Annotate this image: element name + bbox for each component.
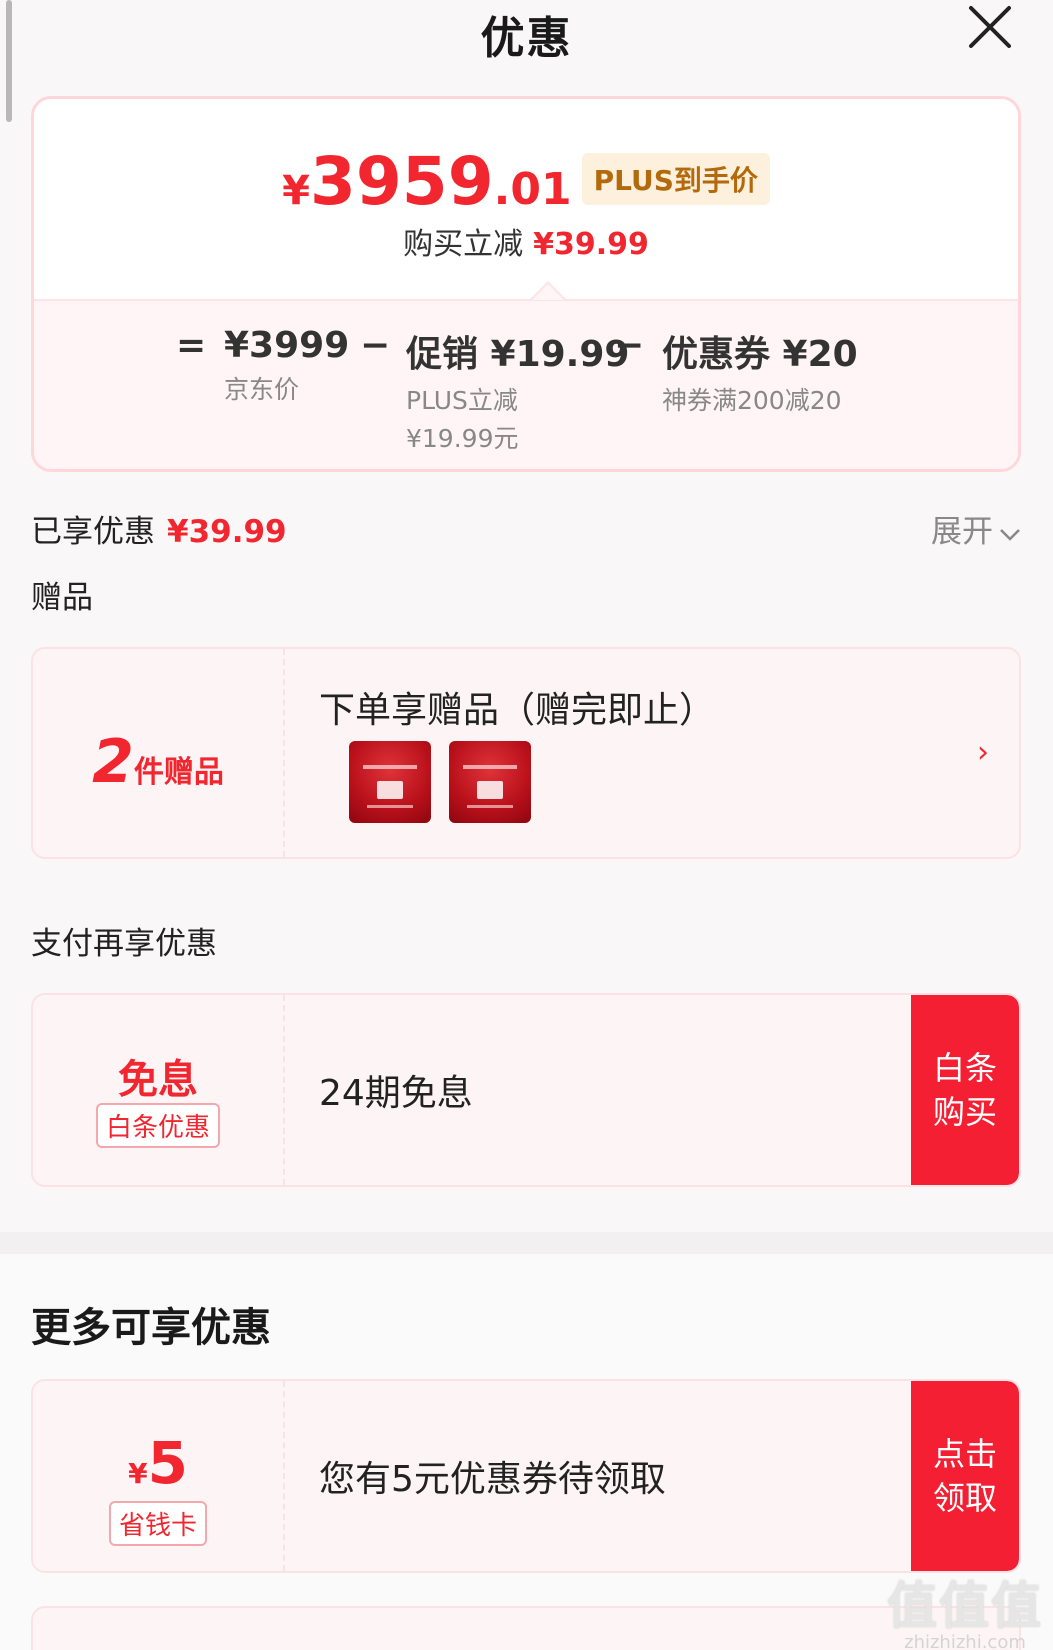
coupon-label: 神券满200减20: [662, 386, 842, 415]
gift-thumbnail[interactable]: [349, 741, 431, 823]
enjoyed-label: 已享优惠: [31, 514, 155, 550]
watermark-url: zhizhizhi.com: [904, 1632, 1026, 1650]
watermark-logo: 值值值: [887, 1577, 1043, 1635]
interest-free-label: 免息: [118, 1057, 198, 1103]
coupon-amount-number: 5: [147, 1429, 188, 1497]
installment-content: 24期免息: [319, 995, 909, 1185]
jd-price-item: ¥3999 京东价: [224, 325, 349, 406]
section-divider: [0, 1232, 1053, 1254]
coupon-text: 您有5元优惠券待领取: [319, 1459, 666, 1500]
price-top: ¥3959.01 PLUS到手价 购买立减 ¥39.99: [34, 99, 1018, 299]
installment-card: 免息 白条优惠 24期免息 白条购买: [31, 993, 1021, 1187]
baitiao-buy-label: 白条购买: [932, 1049, 997, 1131]
price-integer: 3959: [309, 143, 494, 220]
installment-text: 24期免息: [319, 1073, 473, 1114]
price-decimal: .01: [493, 164, 572, 215]
header: 优惠: [0, 0, 1053, 70]
gift-title: 下单享赠品（赠完即止）: [319, 690, 716, 731]
promo-item: 促销 ¥19.99 PLUS立减 ¥19.99元: [406, 325, 629, 455]
enjoyed-discount-row: 已享优惠 ¥39.99 展开: [31, 506, 1021, 550]
coupon-currency: ¥: [128, 1457, 148, 1490]
coupon-card: ¥5 省钱卡 您有5元优惠券待领取 点击领取: [31, 1379, 1021, 1573]
promo-label: PLUS立减: [406, 386, 518, 415]
coupon-value: 优惠券 ¥20: [662, 334, 858, 375]
installment-tag-block: 免息 白条优惠: [33, 995, 285, 1185]
expand-label: 展开: [931, 514, 993, 550]
jd-price-label: 京东价: [224, 375, 300, 404]
baitiao-tag-wrap: 白条优惠: [33, 1103, 283, 1148]
final-price: ¥3959.01 PLUS到手价: [34, 143, 1018, 220]
instant-discount-value: ¥39.99: [533, 227, 649, 262]
gifts-section-label: 赠品: [31, 580, 93, 616]
enjoyed-value: ¥39.99: [167, 514, 287, 550]
claim-coupon-button[interactable]: 点击领取: [911, 1381, 1019, 1571]
notch-pointer-inner: [532, 284, 564, 300]
page-title: 优惠: [480, 13, 573, 64]
instant-discount: 购买立减 ¥39.99: [34, 219, 1018, 263]
coupon-content: 您有5元优惠券待领取: [319, 1381, 909, 1571]
promo-value: 促销 ¥19.99: [406, 334, 630, 375]
chevron-right-icon: ›: [977, 735, 989, 770]
price-currency: ¥: [282, 168, 310, 214]
next-offer-card: [31, 1606, 1021, 1650]
saving-card-tag-wrap: 省钱卡: [33, 1501, 283, 1546]
plus-price-badge: PLUS到手价: [581, 153, 770, 205]
equals-sign: =: [176, 325, 207, 366]
gift-count-block: 2件赠品: [33, 649, 285, 857]
pay-section-label: 支付再享优惠: [31, 926, 217, 962]
price-breakdown: = ¥3999 京东价 − 促销 ¥19.99 PLUS立减 ¥19.99元 −…: [34, 299, 1018, 469]
coupon-amount: ¥5: [33, 1429, 283, 1497]
gift-thumbnail[interactable]: [449, 741, 531, 823]
gift-count-unit: 件赠品: [133, 755, 224, 790]
gift-content: 下单享赠品（赠完即止）: [319, 649, 909, 857]
chevron-down-icon: [999, 514, 1021, 550]
instant-discount-label: 购买立减: [403, 227, 524, 262]
minus-sign-2: −: [614, 325, 645, 366]
promo-label-amount: ¥19.99元: [406, 424, 519, 453]
baitiao-tag: 白条优惠: [95, 1103, 220, 1148]
watermark: 值值值 zhizhizhi.com: [887, 1566, 1043, 1650]
gift-count: 2件赠品: [33, 727, 283, 797]
close-button[interactable]: [965, 2, 1015, 52]
saving-card-tag: 省钱卡: [108, 1501, 207, 1546]
price-summary-card: ¥3959.01 PLUS到手价 购买立减 ¥39.99 = ¥3999 京东价 −…: [31, 96, 1021, 472]
baitiao-buy-button[interactable]: 白条购买: [911, 995, 1019, 1185]
expand-button[interactable]: 展开: [931, 506, 1021, 551]
claim-coupon-label: 点击领取: [932, 1435, 997, 1517]
coupon-item: 优惠券 ¥20 神券满200减20: [662, 325, 858, 417]
gift-count-number: 2: [92, 727, 134, 797]
close-icon: [969, 6, 1011, 48]
coupon-amount-block: ¥5 省钱卡: [33, 1381, 285, 1571]
gift-card[interactable]: 2件赠品 下单享赠品（赠完即止） ›: [31, 647, 1021, 859]
jd-price-value: ¥3999: [224, 325, 350, 366]
minus-sign: −: [360, 325, 391, 366]
more-offers-title: 更多可享优惠: [31, 1305, 271, 1351]
price-formula: = ¥3999 京东价 − 促销 ¥19.99 PLUS立减 ¥19.99元 −…: [34, 325, 1018, 465]
